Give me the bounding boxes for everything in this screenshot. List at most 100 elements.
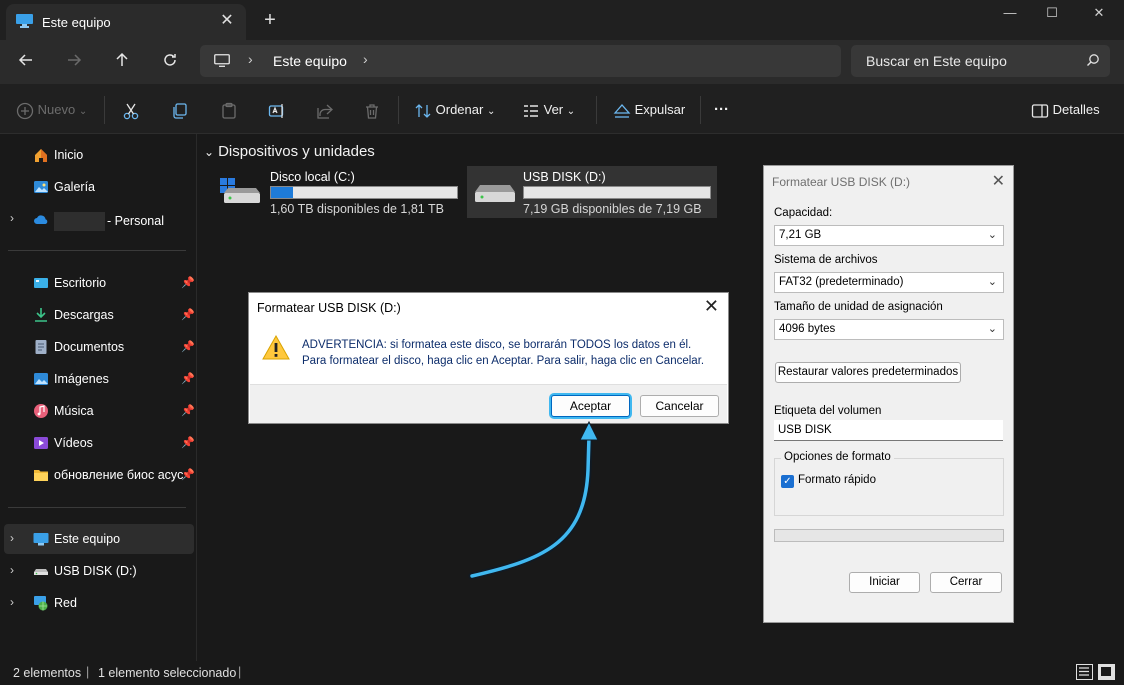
sidebar-item-descargas[interactable]: Descargas 📌	[4, 300, 195, 330]
quick-format-checkbox[interactable]: ✓	[781, 475, 794, 488]
view-button-label: Ver	[543, 102, 564, 117]
tab-label: Este equipo	[42, 15, 111, 30]
pin-icon[interactable]: 📌	[181, 404, 195, 417]
breadcrumb-este-equipo[interactable]: Este equipo	[273, 53, 347, 69]
allocation-size-label: Tamaño de unidad de asignación	[774, 301, 943, 313]
allocation-size-select[interactable]: 4096 bytes ⌄	[774, 319, 1004, 340]
chevron-right-icon[interactable]: ›	[10, 563, 14, 577]
search-input[interactable]: Buscar en Este equipo	[851, 45, 1110, 77]
breadcrumb-separator[interactable]: ›	[248, 51, 253, 67]
cancel-button[interactable]: Cancelar	[640, 395, 719, 417]
sidebar-item-usb-disk[interactable]: › USB DISK (D:)	[4, 556, 194, 586]
breadcrumb-separator[interactable]: ›	[363, 51, 368, 67]
scissors-icon	[123, 103, 139, 119]
chevron-down-icon: ⌄	[987, 229, 997, 241]
arrow-right-icon	[68, 54, 82, 66]
sidebar-item-este-equipo[interactable]: › Este equipo	[4, 524, 194, 554]
forward-button[interactable]	[61, 50, 87, 74]
drive-item-d[interactable]: USB DISK (D:) 7,19 GB disponibles de 7,1…	[467, 166, 717, 218]
drive-item-c[interactable]: Disco local (C:) 1,60 TB disponibles de …	[214, 166, 464, 218]
home-icon	[35, 149, 47, 162]
sidebar-item-label: Inicio	[54, 148, 84, 162]
sort-button[interactable]: Ordenar ⌄	[414, 99, 495, 121]
volume-label-input[interactable]: USB DISK	[774, 420, 1003, 441]
close-icon[interactable]: ✕	[992, 171, 1005, 191]
pin-icon[interactable]: 📌	[181, 340, 195, 353]
pin-icon[interactable]: 📌	[181, 468, 195, 481]
arrow-up-icon	[116, 52, 128, 66]
pin-icon[interactable]: 📌	[181, 436, 195, 449]
delete-button[interactable]	[363, 99, 381, 121]
sidebar-item-documentos[interactable]: Documentos 📌	[4, 332, 195, 362]
sidebar-item-inicio[interactable]: Inicio	[4, 140, 194, 170]
sidebar-divider	[8, 250, 186, 251]
toolbar-divider	[700, 96, 701, 124]
chevron-right-icon[interactable]: ›	[10, 595, 14, 609]
new-button[interactable]: Nuevo ⌄	[16, 99, 87, 121]
file-system-select[interactable]: FAT32 (predeterminado) ⌄	[774, 272, 1004, 293]
copy-button[interactable]	[171, 99, 189, 121]
accept-button[interactable]: Aceptar	[551, 395, 630, 417]
chevron-right-icon[interactable]: ›	[10, 531, 14, 545]
group-header-devices[interactable]: ⌄ Dispositivos y unidades	[204, 143, 375, 160]
view-button[interactable]: Ver ⌄	[522, 99, 575, 121]
sidebar-item-videos[interactable]: Vídeos 📌	[4, 428, 195, 458]
pin-icon[interactable]: 📌	[181, 308, 195, 321]
sidebar-item-onedrive[interactable]: › - Personal	[4, 204, 194, 234]
pictures-icon	[34, 373, 48, 385]
cloud-icon	[34, 215, 48, 224]
details-button[interactable]: Detalles	[1031, 99, 1100, 121]
capacity-select[interactable]: 7,21 GB ⌄	[774, 225, 1004, 246]
tab-este-equipo[interactable]: Este equipo ✕	[6, 4, 246, 40]
minimize-button[interactable]: —	[987, 2, 1033, 24]
toolbar-divider	[104, 96, 105, 124]
redacted-username	[54, 212, 105, 231]
document-icon	[35, 340, 47, 354]
sidebar-item-label: Galería	[54, 180, 95, 194]
sidebar-item-folder[interactable]: обновление биос acyc 📌	[4, 460, 195, 490]
more-options-button[interactable]: ···	[714, 99, 729, 121]
start-button[interactable]: Iniciar	[849, 572, 920, 593]
rename-button[interactable]	[268, 99, 286, 121]
sidebar-item-red[interactable]: › Red	[4, 588, 194, 618]
sidebar-item-musica[interactable]: Música 📌	[4, 396, 195, 426]
sidebar-item-label: Escritorio	[54, 276, 107, 290]
sidebar-item-label: Imágenes	[54, 372, 109, 386]
quick-format-label[interactable]: Formato rápido	[798, 474, 876, 486]
refresh-button[interactable]	[157, 50, 183, 74]
list-icon	[1079, 667, 1089, 676]
details-pane-icon	[1031, 103, 1049, 118]
address-bar[interactable]: › Este equipo ›	[200, 45, 841, 77]
sidebar-item-imagenes[interactable]: Imágenes 📌	[4, 364, 195, 394]
network-icon	[34, 596, 48, 611]
eject-button[interactable]: Expulsar	[613, 99, 685, 121]
usb-drive-icon	[34, 569, 48, 575]
close-icon[interactable]: ✕	[704, 296, 719, 317]
back-button[interactable]	[13, 50, 39, 74]
sidebar-item-escritorio[interactable]: Escritorio 📌	[4, 268, 195, 298]
close-window-button[interactable]: ✕	[1076, 2, 1122, 24]
cut-button[interactable]	[122, 99, 140, 121]
item-count: 2 elementos	[13, 666, 82, 680]
up-button[interactable]	[109, 50, 135, 74]
sidebar-divider	[8, 507, 186, 508]
close-button[interactable]: Cerrar	[930, 572, 1002, 593]
toolbar-divider	[596, 96, 597, 124]
maximize-button[interactable]: ☐	[1029, 2, 1075, 24]
sidebar-item-label: Red	[54, 596, 77, 610]
new-tab-button[interactable]: +	[260, 9, 280, 31]
warning-text-line-2: Para formatear el disco, haga clic en Ac…	[302, 355, 705, 367]
sidebar-item-galeria[interactable]: Galería	[4, 172, 194, 202]
navigation-pane: Inicio Galería › - Personal Escritorio 📌…	[0, 134, 197, 661]
drive-usage-bar	[270, 186, 458, 199]
restore-defaults-button[interactable]: Restaurar valores predeterminados	[775, 362, 961, 383]
folder-icon	[34, 470, 48, 481]
pin-icon[interactable]: 📌	[181, 372, 195, 385]
tiles-view-icon[interactable]	[1098, 664, 1115, 680]
chevron-right-icon[interactable]: ›	[10, 211, 14, 225]
tab-close-icon[interactable]: ✕	[218, 12, 236, 30]
share-button[interactable]	[316, 99, 334, 121]
paste-button[interactable]	[220, 99, 238, 121]
details-view-icon[interactable]	[1076, 664, 1093, 680]
pin-icon[interactable]: 📌	[181, 276, 195, 289]
